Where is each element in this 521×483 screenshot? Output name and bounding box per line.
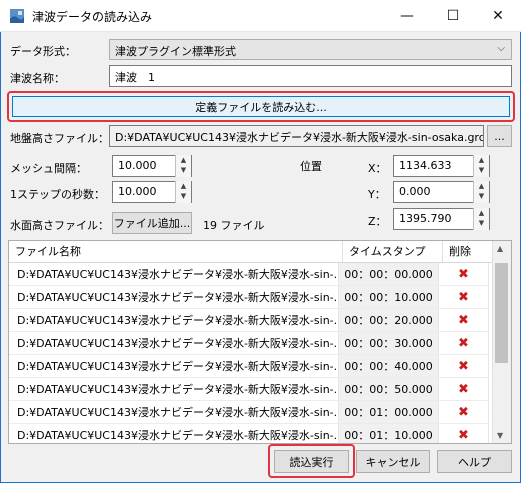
delete-icon[interactable]: ✖ [439, 401, 489, 424]
row-timestamp[interactable]: 00：00：40.000 [339, 355, 439, 378]
water-file-label: 水面高さファイル： [10, 219, 109, 232]
title-bar: 津波データの読み込み — ☐ ✕ [0, 0, 521, 32]
help-button[interactable]: ヘルプ [437, 450, 512, 473]
table-row[interactable]: D:¥DATA¥UC¥UC143¥浸水ナビデータ¥浸水-新大阪¥浸水-sin-.… [9, 332, 489, 355]
table-row[interactable]: D:¥DATA¥UC¥UC143¥浸水ナビデータ¥浸水-新大阪¥浸水-sin-.… [9, 286, 489, 309]
delete-icon[interactable]: ✖ [439, 355, 489, 378]
row-filename: D:¥DATA¥UC¥UC143¥浸水ナビデータ¥浸水-新大阪¥浸水-sin-.… [9, 355, 339, 378]
table-row[interactable]: D:¥DATA¥UC¥UC143¥浸水ナビデータ¥浸水-新大阪¥浸水-sin-.… [9, 401, 489, 424]
table-row[interactable]: D:¥DATA¥UC¥UC143¥浸水ナビデータ¥浸水-新大阪¥浸水-sin-.… [9, 309, 489, 332]
tsunami-name-input[interactable]: 津波 1 [109, 65, 512, 87]
delete-icon[interactable]: ✖ [439, 424, 489, 443]
step-value: 10.000 [118, 185, 157, 198]
table-row[interactable]: D:¥DATA¥UC¥UC143¥浸水ナビデータ¥浸水-新大阪¥浸水-sin-.… [9, 355, 489, 378]
row-filename: D:¥DATA¥UC¥UC143¥浸水ナビデータ¥浸水-新大阪¥浸水-sin-.… [9, 286, 339, 309]
delete-icon[interactable]: ✖ [439, 378, 489, 401]
row-filename: D:¥DATA¥UC¥UC143¥浸水ナビデータ¥浸水-新大阪¥浸水-sin-.… [9, 309, 339, 332]
window-title: 津波データの読み込み [32, 10, 153, 24]
maximize-icon: ☐ [446, 8, 460, 24]
mesh-spinner[interactable]: ▲ ▼ [175, 155, 191, 177]
ground-file-path[interactable]: D:¥DATA¥UC¥UC143¥浸水ナビデータ¥浸水-新大阪¥浸水-sin-o… [109, 125, 484, 147]
close-button[interactable]: ✕ [475, 0, 521, 32]
delete-icon[interactable]: ✖ [439, 286, 489, 309]
load-definition-button[interactable]: 定義ファイルを読み込む... [12, 96, 510, 117]
add-file-button[interactable]: ファイル追加... [112, 212, 192, 234]
data-format-value: 津波プラグイン標準形式 [115, 45, 236, 58]
row-timestamp[interactable]: 00：00：10.000 [339, 286, 439, 309]
mesh-label: メッシュ間隔： [10, 162, 87, 175]
minimize-icon: — [400, 8, 414, 24]
row-timestamp[interactable]: 00：00：20.000 [339, 309, 439, 332]
col-timestamp[interactable]: タイムスタンプ [343, 241, 443, 262]
z-spinner[interactable]: ▲ ▼ [473, 208, 489, 230]
step-spinner[interactable]: ▲ ▼ [175, 181, 191, 203]
mesh-value: 10.000 [118, 159, 157, 172]
data-format-select[interactable]: 津波プラグイン標準形式 ⌵ [109, 39, 512, 60]
delete-icon[interactable]: ✖ [439, 332, 489, 355]
spin-up-icon: ▲ [478, 182, 485, 190]
grid-header: ファイル名称 タイムスタンプ 削除 [9, 241, 493, 263]
grid-scrollbar[interactable]: ▲ ▼ [492, 241, 511, 443]
spin-up-icon: ▲ [478, 209, 485, 217]
ground-file-label: 地盤高さファイル： [10, 132, 109, 145]
col-filename[interactable]: ファイル名称 [9, 241, 343, 262]
tsunami-name-label: 津波名称： [10, 72, 65, 85]
position-label: 位置 [300, 160, 322, 173]
spin-down-icon: ▼ [180, 192, 187, 200]
cancel-button[interactable]: キャンセル [356, 450, 430, 473]
spin-up-icon: ▲ [180, 156, 187, 164]
row-filename: D:¥DATA¥UC¥UC143¥浸水ナビデータ¥浸水-新大阪¥浸水-sin-.… [9, 401, 339, 424]
table-row[interactable]: D:¥DATA¥UC¥UC143¥浸水ナビデータ¥浸水-新大阪¥浸水-sin-.… [9, 378, 489, 401]
y-value: 0.000 [399, 185, 431, 198]
x-spinner[interactable]: ▲ ▼ [473, 155, 489, 177]
row-timestamp[interactable]: 00：01：00.000 [339, 401, 439, 424]
file-grid: ファイル名称 タイムスタンプ 削除 D:¥DATA¥UC¥UC143¥浸水ナビデ… [8, 240, 512, 444]
delete-icon[interactable]: ✖ [439, 309, 489, 332]
row-timestamp[interactable]: 00：00：50.000 [339, 378, 439, 401]
x-label: X： [368, 162, 387, 175]
row-filename: D:¥DATA¥UC¥UC143¥浸水ナビデータ¥浸水-新大阪¥浸水-sin-.… [9, 263, 339, 286]
scroll-down-icon[interactable]: ▼ [497, 431, 503, 440]
row-timestamp[interactable]: 00：00：30.000 [339, 332, 439, 355]
row-timestamp[interactable]: 00：00：00.000 [339, 263, 439, 286]
y-label: Y： [368, 188, 386, 201]
close-icon: ✕ [492, 8, 504, 24]
z-label: Z： [368, 215, 387, 228]
scroll-up-icon[interactable]: ▲ [497, 244, 503, 253]
minimize-button[interactable]: — [384, 0, 430, 32]
spin-down-icon: ▼ [478, 166, 485, 174]
spin-up-icon: ▲ [180, 182, 187, 190]
delete-icon[interactable]: ✖ [439, 263, 489, 286]
row-filename: D:¥DATA¥UC¥UC143¥浸水ナビデータ¥浸水-新大阪¥浸水-sin-.… [9, 378, 339, 401]
maximize-button[interactable]: ☐ [430, 0, 476, 32]
spin-down-icon: ▼ [478, 219, 485, 227]
chevron-down-icon: ⌵ [497, 43, 505, 54]
table-row[interactable]: D:¥DATA¥UC¥UC143¥浸水ナビデータ¥浸水-新大阪¥浸水-sin-.… [9, 424, 489, 443]
scroll-thumb[interactable] [495, 263, 508, 363]
browse-button[interactable]: ... [487, 125, 512, 147]
spin-down-icon: ▼ [180, 166, 187, 174]
spin-up-icon: ▲ [478, 156, 485, 164]
col-delete[interactable]: 削除 [443, 241, 493, 262]
file-count: 19 ファイル [203, 219, 265, 232]
row-filename: D:¥DATA¥UC¥UC143¥浸水ナビデータ¥浸水-新大阪¥浸水-sin-.… [9, 424, 339, 443]
row-timestamp[interactable]: 00：01：10.000 [339, 424, 439, 443]
y-spinner[interactable]: ▲ ▼ [473, 181, 489, 203]
step-label: 1ステップの秒数： [10, 188, 105, 201]
table-row[interactable]: D:¥DATA¥UC¥UC143¥浸水ナビデータ¥浸水-新大阪¥浸水-sin-.… [9, 263, 489, 286]
data-format-label: データ形式： [10, 45, 76, 58]
app-icon [10, 9, 24, 23]
execute-button[interactable]: 読込実行 [274, 450, 349, 473]
spin-down-icon: ▼ [478, 192, 485, 200]
x-value: 1134.633 [399, 159, 452, 172]
z-value: 1395.790 [399, 212, 452, 225]
row-filename: D:¥DATA¥UC¥UC143¥浸水ナビデータ¥浸水-新大阪¥浸水-sin-.… [9, 332, 339, 355]
